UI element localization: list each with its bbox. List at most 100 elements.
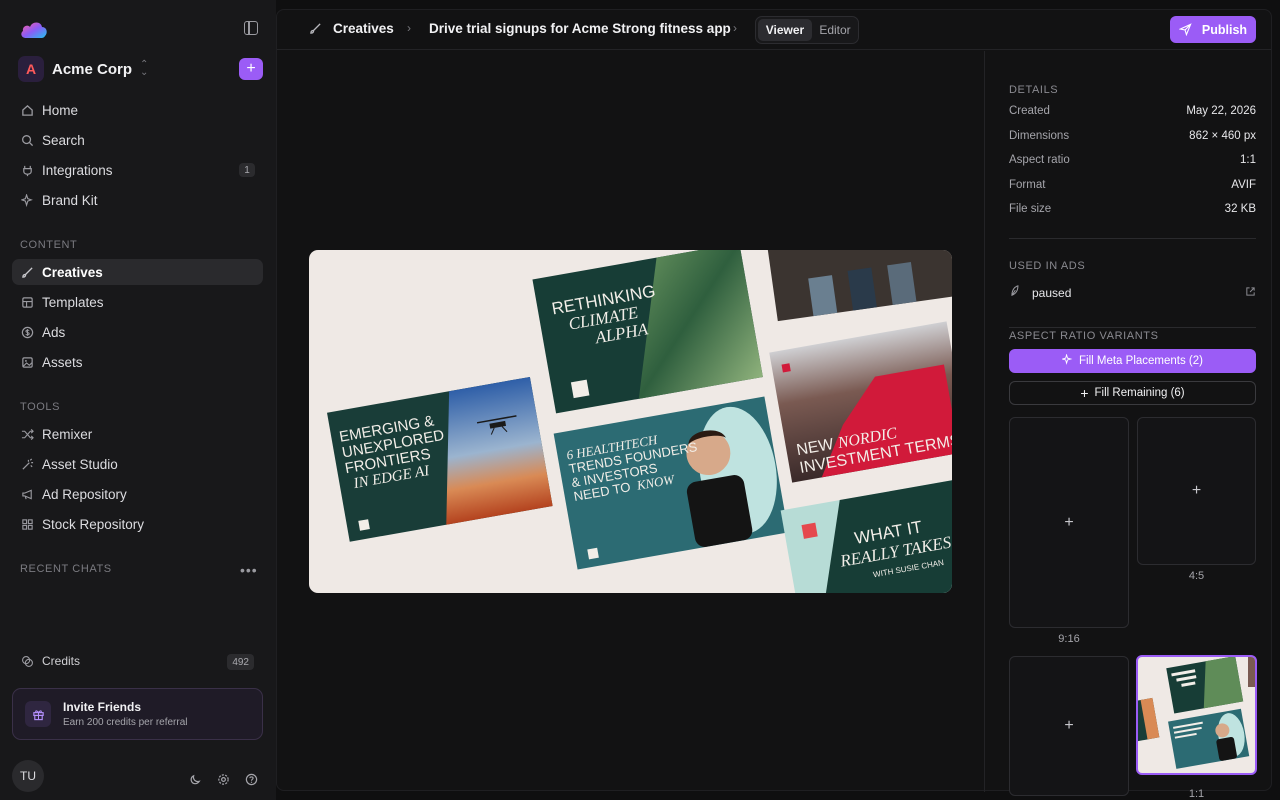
- publish-button[interactable]: Publish: [1170, 16, 1256, 43]
- content-nav: Creatives Templates Ads Assets: [12, 259, 263, 379]
- plus-icon: +: [1080, 385, 1089, 401]
- grid-icon: [20, 517, 34, 531]
- nav-item-assets[interactable]: Assets: [12, 349, 263, 375]
- creative-card-climate: RETHINKING CLIMATE ALPHA: [532, 250, 763, 414]
- workspace-switcher[interactable]: A Acme Corp ⌃ ⌄: [18, 56, 148, 82]
- nav-label: Ad Repository: [42, 486, 127, 502]
- credits-count-badge: 492: [227, 654, 254, 670]
- variant-4-5-add[interactable]: +: [1137, 417, 1256, 565]
- nav-item-creatives[interactable]: Creatives: [12, 259, 263, 285]
- nav-label: Brand Kit: [42, 192, 98, 208]
- top-bar: Creatives › Drive trial signups for Acme…: [277, 10, 1271, 50]
- editor-tab[interactable]: Editor: [814, 19, 856, 41]
- variant-1-1-thumbnail[interactable]: [1136, 655, 1257, 775]
- new-item-button[interactable]: +: [239, 58, 263, 80]
- detail-key: File size: [1009, 203, 1052, 215]
- detail-value: May 22, 2026: [1186, 105, 1256, 117]
- chevron-right-icon: ›: [733, 21, 737, 35]
- send-icon: [1178, 23, 1192, 36]
- wand-icon: [20, 457, 34, 471]
- detail-key: Created: [1009, 105, 1050, 117]
- nav-label: Assets: [42, 354, 83, 370]
- coins-icon: [20, 654, 34, 668]
- template-icon: [20, 295, 34, 309]
- content-section-title: CONTENT: [20, 239, 78, 251]
- nav-label: Asset Studio: [42, 456, 118, 472]
- moon-icon[interactable]: [188, 772, 202, 786]
- detail-value: 1:1: [1240, 154, 1256, 166]
- chevron-right-icon: ›: [407, 21, 411, 35]
- credits-row[interactable]: Credits 492: [20, 654, 256, 670]
- nav-item-stock-repository[interactable]: Stock Repository: [12, 511, 263, 537]
- fill-meta-placements-button[interactable]: Fill Meta Placements (2): [1009, 349, 1256, 373]
- leaf-icon: [1009, 285, 1020, 300]
- user-avatar[interactable]: TU: [12, 760, 44, 792]
- variant-label-9-16: 9:16: [1058, 633, 1080, 645]
- nav-item-ad-repository[interactable]: Ad Repository: [12, 481, 263, 507]
- nav-item-brand-kit[interactable]: Brand Kit: [12, 187, 263, 213]
- fill-remaining-label: Fill Remaining (6): [1094, 387, 1185, 399]
- chevron-updown-icon: ⌃ ⌄: [140, 59, 149, 78]
- workspace-avatar: A: [18, 56, 44, 82]
- help-icon[interactable]: [244, 772, 258, 786]
- nav-label: Integrations: [42, 162, 113, 178]
- viewer-tab[interactable]: Viewer: [758, 19, 812, 41]
- divider: [1009, 327, 1256, 328]
- nav-label: Home: [42, 102, 79, 118]
- detail-row-file-size: File size 32 KB: [1009, 203, 1256, 215]
- nav-item-home[interactable]: Home: [12, 97, 263, 123]
- variant-9-16-add[interactable]: +: [1009, 417, 1129, 628]
- creative-card-team-photo: [766, 250, 952, 322]
- brush-icon: [309, 22, 322, 38]
- sparkle-icon: [1060, 353, 1073, 368]
- divider: [1009, 238, 1256, 239]
- nav-item-templates[interactable]: Templates: [12, 289, 263, 315]
- creative-card-edge-ai: EMERGING & UNEXPLORED FRONTIERS IN EDGE …: [327, 376, 553, 542]
- detail-key: Format: [1009, 179, 1046, 191]
- details-panel: DETAILS Created May 22, 2026 Dimensions …: [984, 51, 1271, 800]
- nav-item-ads[interactable]: Ads: [12, 319, 263, 345]
- nav-item-integrations[interactable]: Integrations 1: [12, 157, 263, 183]
- detail-key: Dimensions: [1009, 130, 1070, 142]
- tools-section-title: TOOLS: [20, 401, 61, 413]
- workspace-name: Acme Corp: [52, 60, 133, 78]
- shuffle-icon: [20, 427, 34, 441]
- variant-add[interactable]: +: [1009, 656, 1129, 796]
- home-icon: [20, 103, 34, 117]
- gift-icon: [25, 701, 51, 727]
- breadcrumb-creative-title[interactable]: Drive trial signups for Acme Strong fitn…: [429, 21, 731, 36]
- details-title: DETAILS: [1009, 84, 1059, 96]
- ad-status: paused: [1032, 285, 1072, 300]
- creative-canvas: EMERGING & UNEXPLORED FRONTIERS IN EDGE …: [277, 51, 984, 792]
- ad-usage-row[interactable]: paused: [1009, 285, 1256, 300]
- plug-icon: [20, 163, 34, 177]
- creative-preview-image[interactable]: EMERGING & UNEXPLORED FRONTIERS IN EDGE …: [309, 250, 952, 593]
- detail-value: AVIF: [1231, 179, 1256, 191]
- nav-label: Ads: [42, 324, 66, 340]
- more-options-icon[interactable]: •••: [240, 562, 258, 578]
- collapse-sidebar-icon[interactable]: [244, 21, 258, 35]
- invite-text: Invite Friends Earn 200 credits per refe…: [63, 700, 188, 728]
- nav-item-remixer[interactable]: Remixer: [12, 421, 263, 447]
- nav-label: Search: [42, 132, 85, 148]
- publish-label: Publish: [1201, 22, 1248, 37]
- main-nav: Home Search Integrations 1 Brand Kit: [12, 97, 263, 217]
- used-in-ads-title: USED IN ADS: [1009, 260, 1086, 272]
- external-link-icon[interactable]: [1245, 286, 1256, 300]
- nav-item-asset-studio[interactable]: Asset Studio: [12, 451, 263, 477]
- creative-card-healthtech: 6 HEALTHTECH TRENDS FOUNDERS & INVESTORS…: [553, 396, 789, 570]
- fill-remaining-button[interactable]: + Fill Remaining (6): [1009, 381, 1256, 405]
- detail-row-created: Created May 22, 2026: [1009, 105, 1256, 117]
- nav-item-search[interactable]: Search: [12, 127, 263, 153]
- search-icon: [20, 133, 34, 147]
- sparkle-icon: [20, 193, 34, 207]
- brush-icon: [20, 265, 34, 279]
- breadcrumb-creatives[interactable]: Creatives: [333, 21, 394, 36]
- megaphone-icon: [20, 487, 34, 501]
- gear-icon[interactable]: [216, 772, 230, 786]
- invite-subtitle: Earn 200 credits per referral: [63, 717, 188, 728]
- recent-chats-title: RECENT CHATS: [20, 563, 112, 575]
- invite-friends-card[interactable]: Invite Friends Earn 200 credits per refe…: [12, 688, 263, 740]
- app-logo-icon[interactable]: [19, 18, 49, 40]
- nav-label: Creatives: [42, 264, 103, 280]
